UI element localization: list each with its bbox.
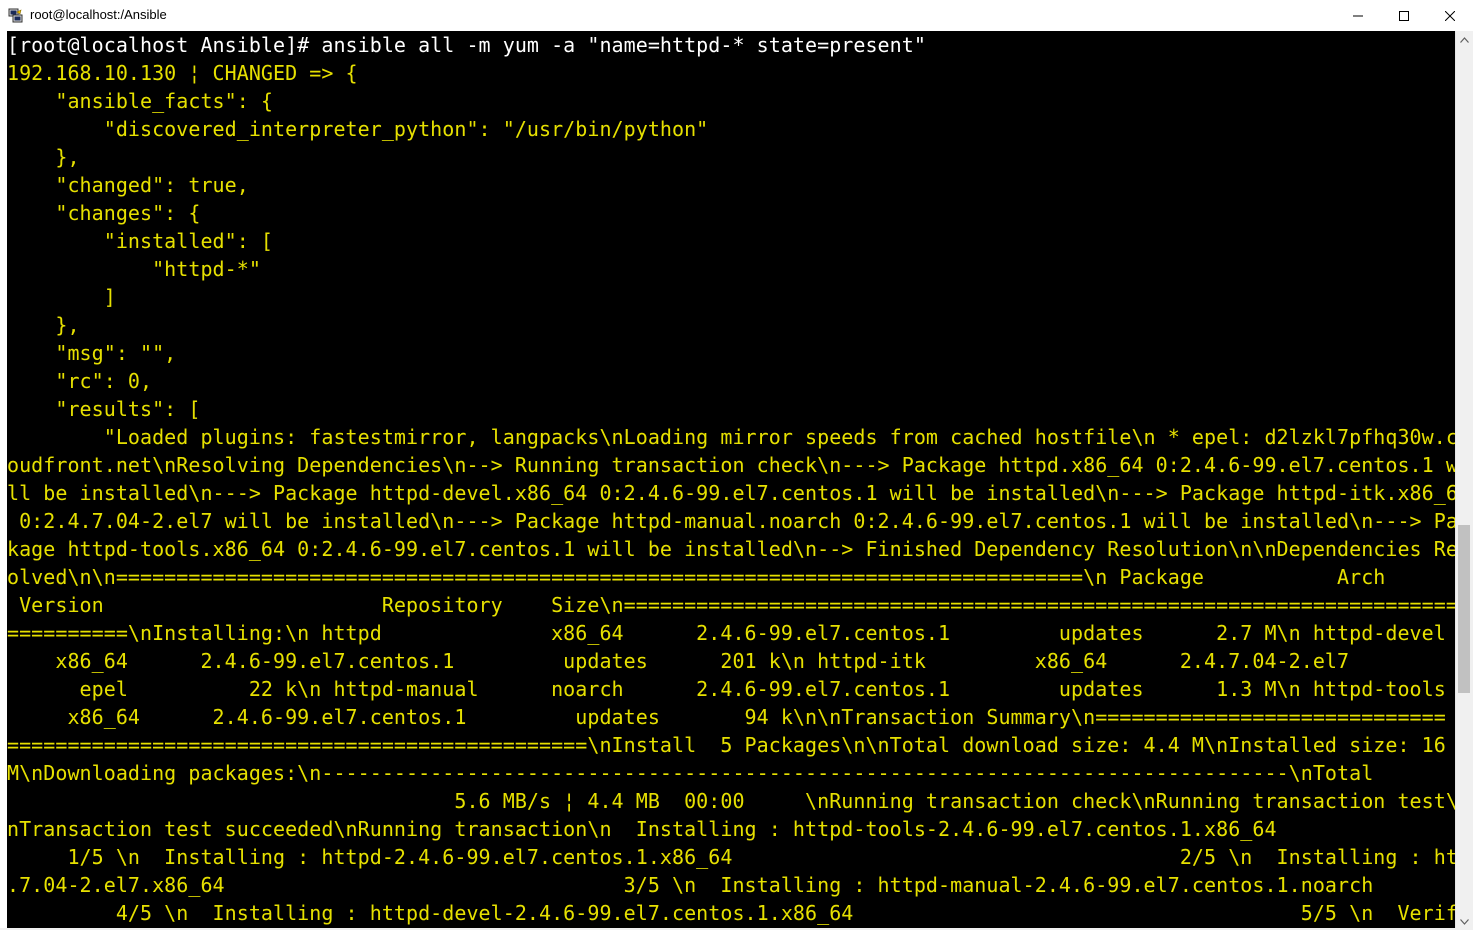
terminal-output: [root@localhost Ansible]# ansible all -m… bbox=[7, 31, 1455, 927]
terminal-line: epel 22 k\n httpd-manual noarch 2.4.6-99… bbox=[7, 677, 1446, 701]
minimize-icon bbox=[1353, 15, 1363, 16]
maximize-icon bbox=[1399, 10, 1409, 21]
terminal-line: olved\n\n===============================… bbox=[7, 565, 1386, 589]
window-title: root@localhost:/Ansible bbox=[30, 7, 167, 22]
vertical-scrollbar[interactable] bbox=[1455, 31, 1473, 930]
terminal-line: 0:2.4.7.04-2.el7 will be installed\n--->… bbox=[7, 509, 1455, 533]
window-border bbox=[0, 31, 7, 930]
close-icon bbox=[1445, 10, 1455, 21]
terminal-line: ll be installed\n---> Package httpd-deve… bbox=[7, 481, 1455, 505]
terminal-line: 5.6 MB/s ¦ 4.4 MB 00:00 \nRunning transa… bbox=[7, 789, 1455, 813]
title-bar[interactable]: root@localhost:/Ansible bbox=[0, 0, 1473, 32]
terminal-line: x86_64 2.4.6-99.el7.centos.1 updates 94 … bbox=[7, 705, 1446, 729]
terminal-line: "results": [ bbox=[7, 397, 201, 421]
terminal-line: 1/5 \n Installing : httpd-2.4.6-99.el7.c… bbox=[7, 845, 1455, 869]
terminal-line: "discovered_interpreter_python": "/usr/b… bbox=[7, 117, 709, 141]
terminal-line: }, bbox=[7, 145, 80, 169]
terminal-area[interactable]: [root@localhost Ansible]# ansible all -m… bbox=[7, 31, 1455, 928]
minimize-button[interactable] bbox=[1335, 0, 1381, 31]
maximize-button[interactable] bbox=[1381, 0, 1427, 31]
terminal-line: "changes": { bbox=[7, 201, 201, 225]
scroll-up-button[interactable] bbox=[1456, 31, 1473, 48]
terminal-line: oudfront.net\nResolving Dependencies\n--… bbox=[7, 453, 1455, 477]
terminal-line: "ansible_facts": { bbox=[7, 89, 274, 113]
terminal-line: "httpd-*" bbox=[7, 257, 261, 281]
terminal-line: "installed": [ bbox=[7, 229, 274, 253]
terminal-line: }, bbox=[7, 313, 80, 337]
terminal-line: nTransaction test succeeded\nRunning tra… bbox=[7, 817, 1277, 841]
terminal-line: ] bbox=[7, 285, 116, 309]
terminal-line: "msg": "", bbox=[7, 341, 177, 365]
terminal-line: Version Repository Size\n===============… bbox=[7, 593, 1455, 617]
terminal-line: 192.168.10.130 ¦ CHANGED => { bbox=[7, 61, 358, 85]
terminal-line: "changed": true, bbox=[7, 173, 249, 197]
scroll-up-arrow-icon bbox=[1460, 36, 1469, 43]
terminal-line: ==========\nInstalling:\n httpd x86_64 2… bbox=[7, 621, 1446, 645]
close-button[interactable] bbox=[1427, 0, 1473, 31]
terminal-line: x86_64 2.4.6-99.el7.centos.1 updates 201… bbox=[7, 649, 1350, 673]
terminal-line: "rc": 0, bbox=[7, 369, 153, 393]
terminal-line: M\nDownloading packages:\n--------------… bbox=[7, 761, 1374, 785]
terminal-line: .7.04-2.el7.x86_64 3/5 \n Installing : h… bbox=[7, 873, 1374, 897]
terminal-command-line: [root@localhost Ansible]# ansible all -m… bbox=[7, 33, 926, 57]
scrollbar-thumb[interactable] bbox=[1458, 525, 1470, 693]
terminal-line: kage httpd-tools.x86_64 0:2.4.6-99.el7.c… bbox=[7, 537, 1455, 561]
terminal-line: "Loaded plugins: fastestmirror, langpack… bbox=[7, 425, 1455, 449]
putty-icon bbox=[8, 8, 23, 23]
scroll-down-arrow-icon bbox=[1460, 918, 1469, 925]
terminal-window: root@localhost:/Ansible [root@localhost … bbox=[0, 0, 1473, 930]
terminal-line: ========================================… bbox=[7, 733, 1446, 757]
terminal-line: 4/5 \n Installing : httpd-devel-2.4.6-99… bbox=[115, 901, 1455, 925]
